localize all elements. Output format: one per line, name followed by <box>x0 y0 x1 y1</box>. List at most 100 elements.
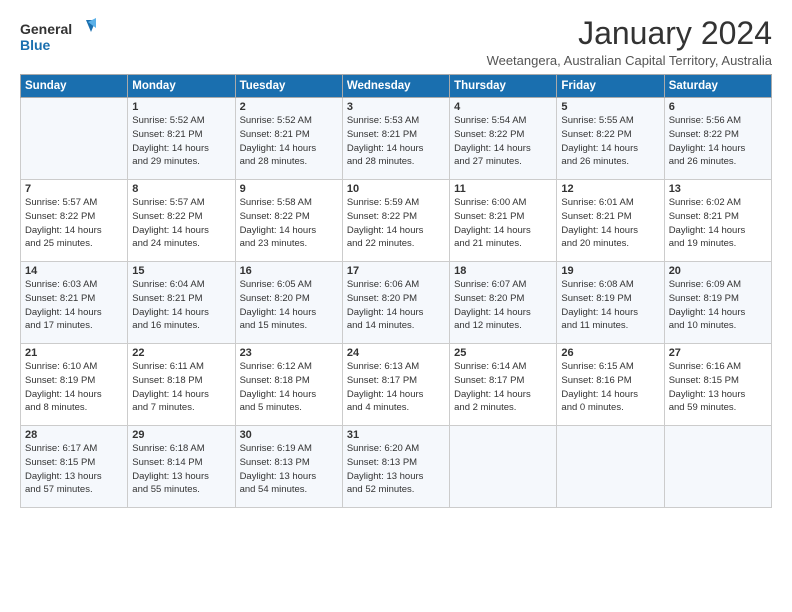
day-number: 14 <box>25 265 123 277</box>
day-number: 15 <box>132 265 230 277</box>
day-number: 25 <box>454 347 552 359</box>
logo: General Blue <box>20 16 100 58</box>
location-subtitle: Weetangera, Australian Capital Territory… <box>487 53 772 68</box>
calendar-cell: 9Sunrise: 5:58 AMSunset: 8:22 PMDaylight… <box>235 180 342 262</box>
day-info: Sunrise: 5:57 AMSunset: 8:22 PMDaylight:… <box>25 196 123 251</box>
day-number: 4 <box>454 101 552 113</box>
calendar-cell: 8Sunrise: 5:57 AMSunset: 8:22 PMDaylight… <box>128 180 235 262</box>
day-header-thursday: Thursday <box>450 75 557 98</box>
month-title: January 2024 <box>487 16 772 51</box>
calendar-cell: 30Sunrise: 6:19 AMSunset: 8:13 PMDayligh… <box>235 426 342 508</box>
calendar-cell: 16Sunrise: 6:05 AMSunset: 8:20 PMDayligh… <box>235 262 342 344</box>
calendar-table: SundayMondayTuesdayWednesdayThursdayFrid… <box>20 74 772 508</box>
day-number: 16 <box>240 265 338 277</box>
day-info: Sunrise: 6:07 AMSunset: 8:20 PMDaylight:… <box>454 278 552 333</box>
day-info: Sunrise: 6:01 AMSunset: 8:21 PMDaylight:… <box>561 196 659 251</box>
day-info: Sunrise: 5:59 AMSunset: 8:22 PMDaylight:… <box>347 196 445 251</box>
day-number: 13 <box>669 183 767 195</box>
day-info: Sunrise: 6:11 AMSunset: 8:18 PMDaylight:… <box>132 360 230 415</box>
day-info: Sunrise: 6:13 AMSunset: 8:17 PMDaylight:… <box>347 360 445 415</box>
day-number: 28 <box>25 429 123 441</box>
day-info: Sunrise: 5:55 AMSunset: 8:22 PMDaylight:… <box>561 114 659 169</box>
day-number: 30 <box>240 429 338 441</box>
calendar-cell: 20Sunrise: 6:09 AMSunset: 8:19 PMDayligh… <box>664 262 771 344</box>
day-number: 8 <box>132 183 230 195</box>
svg-text:General: General <box>20 21 72 37</box>
day-info: Sunrise: 6:03 AMSunset: 8:21 PMDaylight:… <box>25 278 123 333</box>
day-number: 17 <box>347 265 445 277</box>
calendar-cell: 17Sunrise: 6:06 AMSunset: 8:20 PMDayligh… <box>342 262 449 344</box>
calendar-cell: 25Sunrise: 6:14 AMSunset: 8:17 PMDayligh… <box>450 344 557 426</box>
calendar-cell: 24Sunrise: 6:13 AMSunset: 8:17 PMDayligh… <box>342 344 449 426</box>
page-header: General Blue January 2024 Weetangera, Au… <box>20 16 772 68</box>
day-header-monday: Monday <box>128 75 235 98</box>
calendar-cell: 11Sunrise: 6:00 AMSunset: 8:21 PMDayligh… <box>450 180 557 262</box>
calendar-cell: 19Sunrise: 6:08 AMSunset: 8:19 PMDayligh… <box>557 262 664 344</box>
day-number: 27 <box>669 347 767 359</box>
day-number: 19 <box>561 265 659 277</box>
calendar-cell: 31Sunrise: 6:20 AMSunset: 8:13 PMDayligh… <box>342 426 449 508</box>
day-info: Sunrise: 6:14 AMSunset: 8:17 PMDaylight:… <box>454 360 552 415</box>
day-info: Sunrise: 5:58 AMSunset: 8:22 PMDaylight:… <box>240 196 338 251</box>
calendar-cell: 28Sunrise: 6:17 AMSunset: 8:15 PMDayligh… <box>21 426 128 508</box>
calendar-cell: 26Sunrise: 6:15 AMSunset: 8:16 PMDayligh… <box>557 344 664 426</box>
calendar-cell: 22Sunrise: 6:11 AMSunset: 8:18 PMDayligh… <box>128 344 235 426</box>
day-number: 24 <box>347 347 445 359</box>
day-number: 26 <box>561 347 659 359</box>
day-info: Sunrise: 6:02 AMSunset: 8:21 PMDaylight:… <box>669 196 767 251</box>
day-number: 18 <box>454 265 552 277</box>
day-number: 31 <box>347 429 445 441</box>
calendar-cell <box>21 98 128 180</box>
day-info: Sunrise: 6:15 AMSunset: 8:16 PMDaylight:… <box>561 360 659 415</box>
calendar-cell: 15Sunrise: 6:04 AMSunset: 8:21 PMDayligh… <box>128 262 235 344</box>
day-info: Sunrise: 5:53 AMSunset: 8:21 PMDaylight:… <box>347 114 445 169</box>
calendar-cell: 14Sunrise: 6:03 AMSunset: 8:21 PMDayligh… <box>21 262 128 344</box>
calendar-cell <box>557 426 664 508</box>
day-header-tuesday: Tuesday <box>235 75 342 98</box>
calendar-cell: 13Sunrise: 6:02 AMSunset: 8:21 PMDayligh… <box>664 180 771 262</box>
calendar-cell: 3Sunrise: 5:53 AMSunset: 8:21 PMDaylight… <box>342 98 449 180</box>
day-number: 20 <box>669 265 767 277</box>
calendar-cell: 4Sunrise: 5:54 AMSunset: 8:22 PMDaylight… <box>450 98 557 180</box>
calendar-cell <box>664 426 771 508</box>
calendar-cell: 12Sunrise: 6:01 AMSunset: 8:21 PMDayligh… <box>557 180 664 262</box>
svg-text:Blue: Blue <box>20 37 51 53</box>
day-number: 7 <box>25 183 123 195</box>
title-block: January 2024 Weetangera, Australian Capi… <box>487 16 772 68</box>
calendar-cell: 18Sunrise: 6:07 AMSunset: 8:20 PMDayligh… <box>450 262 557 344</box>
day-number: 9 <box>240 183 338 195</box>
day-number: 21 <box>25 347 123 359</box>
calendar-cell <box>450 426 557 508</box>
calendar-cell: 6Sunrise: 5:56 AMSunset: 8:22 PMDaylight… <box>664 98 771 180</box>
calendar-cell: 2Sunrise: 5:52 AMSunset: 8:21 PMDaylight… <box>235 98 342 180</box>
calendar-cell: 29Sunrise: 6:18 AMSunset: 8:14 PMDayligh… <box>128 426 235 508</box>
day-info: Sunrise: 5:52 AMSunset: 8:21 PMDaylight:… <box>240 114 338 169</box>
day-info: Sunrise: 6:06 AMSunset: 8:20 PMDaylight:… <box>347 278 445 333</box>
day-number: 3 <box>347 101 445 113</box>
day-info: Sunrise: 6:04 AMSunset: 8:21 PMDaylight:… <box>132 278 230 333</box>
day-header-saturday: Saturday <box>664 75 771 98</box>
day-number: 11 <box>454 183 552 195</box>
calendar-cell: 7Sunrise: 5:57 AMSunset: 8:22 PMDaylight… <box>21 180 128 262</box>
day-header-friday: Friday <box>557 75 664 98</box>
day-header-wednesday: Wednesday <box>342 75 449 98</box>
day-info: Sunrise: 6:08 AMSunset: 8:19 PMDaylight:… <box>561 278 659 333</box>
day-header-sunday: Sunday <box>21 75 128 98</box>
day-info: Sunrise: 6:17 AMSunset: 8:15 PMDaylight:… <box>25 442 123 497</box>
day-info: Sunrise: 6:12 AMSunset: 8:18 PMDaylight:… <box>240 360 338 415</box>
day-number: 29 <box>132 429 230 441</box>
day-info: Sunrise: 5:52 AMSunset: 8:21 PMDaylight:… <box>132 114 230 169</box>
calendar-cell: 21Sunrise: 6:10 AMSunset: 8:19 PMDayligh… <box>21 344 128 426</box>
calendar-cell: 10Sunrise: 5:59 AMSunset: 8:22 PMDayligh… <box>342 180 449 262</box>
calendar-cell: 1Sunrise: 5:52 AMSunset: 8:21 PMDaylight… <box>128 98 235 180</box>
calendar-cell: 5Sunrise: 5:55 AMSunset: 8:22 PMDaylight… <box>557 98 664 180</box>
day-number: 23 <box>240 347 338 359</box>
day-info: Sunrise: 6:20 AMSunset: 8:13 PMDaylight:… <box>347 442 445 497</box>
day-info: Sunrise: 6:10 AMSunset: 8:19 PMDaylight:… <box>25 360 123 415</box>
day-number: 12 <box>561 183 659 195</box>
day-info: Sunrise: 6:00 AMSunset: 8:21 PMDaylight:… <box>454 196 552 251</box>
day-info: Sunrise: 6:05 AMSunset: 8:20 PMDaylight:… <box>240 278 338 333</box>
calendar-cell: 27Sunrise: 6:16 AMSunset: 8:15 PMDayligh… <box>664 344 771 426</box>
logo-svg: General Blue <box>20 16 100 58</box>
day-info: Sunrise: 6:18 AMSunset: 8:14 PMDaylight:… <box>132 442 230 497</box>
